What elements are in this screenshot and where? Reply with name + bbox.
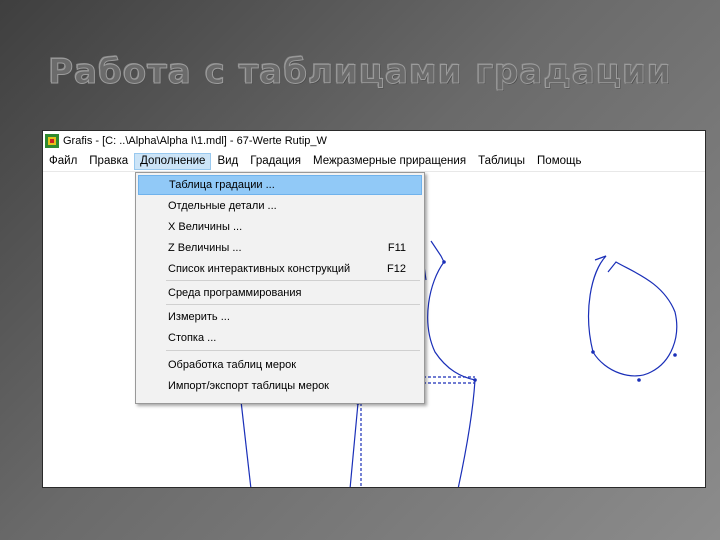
menu-help[interactable]: Помощь <box>531 153 587 170</box>
pattern-point <box>637 378 641 382</box>
menu-grading[interactable]: Градация <box>244 153 307 170</box>
menubar: Файл Правка Дополнение Вид Градация Межр… <box>43 151 705 172</box>
menu-separator <box>166 280 420 281</box>
shortcut-f11: F11 <box>387 242 406 254</box>
window-title: Grafis - [C: ..\Alpha\Alpha I\1.mdl] - 6… <box>63 135 327 147</box>
menu-item-programming-env[interactable]: Среда программирования <box>138 283 422 303</box>
menu-item-z-values[interactable]: Z Величины ... F11 <box>138 238 422 258</box>
pattern-armhole-line <box>427 240 476 381</box>
menu-separator <box>166 350 420 351</box>
menu-item-measure[interactable]: Измерить ... <box>138 307 422 327</box>
menu-size-increments[interactable]: Межразмерные приращения <box>307 153 472 170</box>
pattern-side-seam <box>457 379 476 487</box>
menu-item-stack[interactable]: Стопка ... <box>138 328 422 348</box>
menu-view[interactable]: Вид <box>211 153 244 170</box>
menu-item-grading-table[interactable]: Таблица градации ... <box>138 175 422 195</box>
menu-item-measurement-tables[interactable]: Обработка таблиц мерок <box>138 355 422 375</box>
pattern-point <box>442 260 446 264</box>
extras-dropdown-menu: Таблица градации ... Отдельные детали ..… <box>135 172 425 404</box>
menu-tables[interactable]: Таблицы <box>472 153 531 170</box>
pattern-point <box>473 378 477 382</box>
window-titlebar: Grafis - [C: ..\Alpha\Alpha I\1.mdl] - 6… <box>43 131 705 151</box>
menu-item-import-export[interactable]: Импорт/экспорт таблицы мерок <box>138 376 422 396</box>
menu-separator <box>166 304 420 305</box>
menu-item-x-values[interactable]: X Величины ... <box>138 217 422 237</box>
pattern-point <box>673 353 677 357</box>
menu-file[interactable]: Файл <box>43 153 83 170</box>
shortcut-f12: F12 <box>387 263 406 275</box>
menu-extras[interactable]: Дополнение <box>134 152 212 170</box>
menu-item-interactive-constructions[interactable]: Список интерактивных конструкций F12 <box>138 259 422 279</box>
pattern-front-line <box>240 400 252 487</box>
pattern-point <box>591 350 595 354</box>
app-window: Grafis - [C: ..\Alpha\Alpha I\1.mdl] - 6… <box>42 130 706 488</box>
pattern-sleeve-drop <box>588 255 678 377</box>
app-logo-icon <box>45 134 59 148</box>
slide-title: Работа с таблицами градации <box>48 52 672 93</box>
menu-edit[interactable]: Правка <box>83 153 134 170</box>
pattern-center-line-left <box>349 402 359 487</box>
menu-item-single-parts[interactable]: Отдельные детали ... <box>138 196 422 216</box>
